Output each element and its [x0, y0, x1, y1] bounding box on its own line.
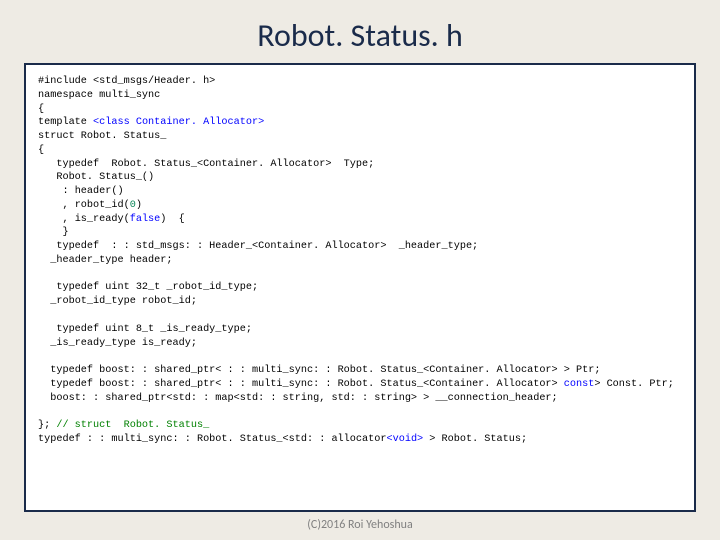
- slide-title: Robot. Status. h: [24, 16, 696, 55]
- footer-copyright: (C)2016 Roi Yehoshua: [24, 518, 696, 532]
- code-content: #include <std_msgs/Header. h> namespace …: [38, 75, 682, 447]
- code-box: #include <std_msgs/Header. h> namespace …: [24, 63, 696, 512]
